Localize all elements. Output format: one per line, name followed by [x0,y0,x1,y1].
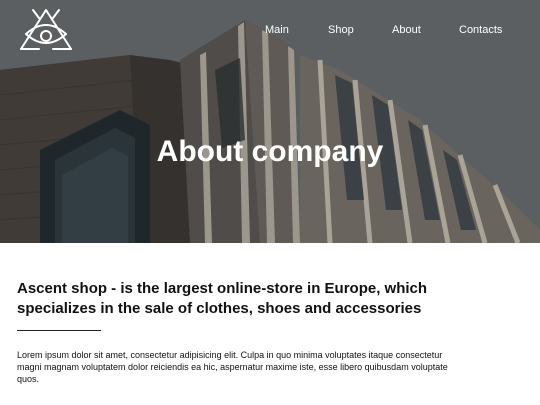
nav-main-link[interactable]: Main [265,23,289,37]
page-title: About company [156,135,384,168]
main-nav: Main Shop About Contacts [0,23,540,37]
about-heading: Ascent shop - is the largest online-stor… [17,280,428,317]
nav-contacts-link[interactable]: Contacts [459,23,502,37]
about-section: Ascent shop - is the largest online-stor… [17,279,497,384]
nav-about-link[interactable]: About [392,23,421,37]
about-paragraph: Lorem ipsum dolor sit amet, consectetur … [17,350,448,384]
heading-divider [17,330,101,331]
hero-banner: Main Shop About Contacts About company [0,0,540,243]
nav-shop-link[interactable]: Shop [328,23,354,37]
